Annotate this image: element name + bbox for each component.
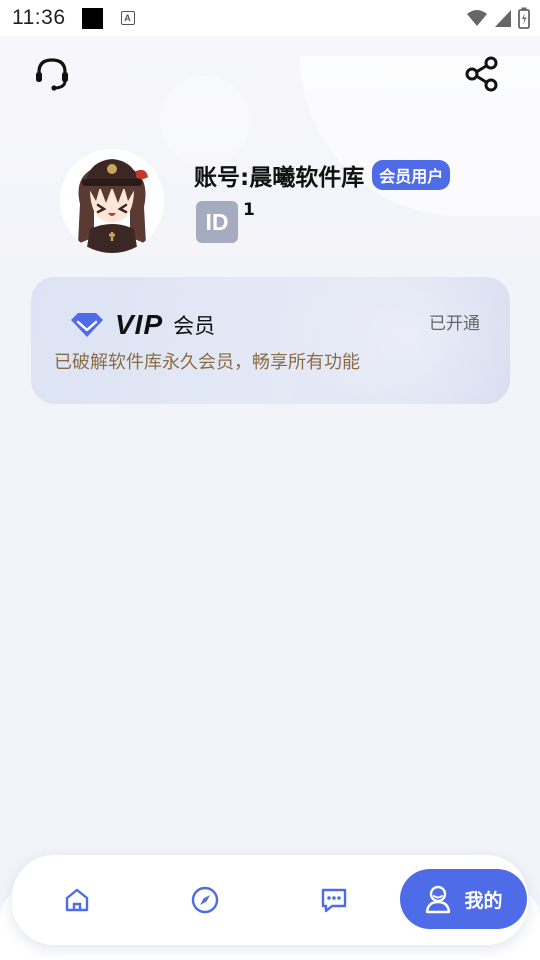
avatar[interactable] [60, 149, 164, 253]
nav-home[interactable] [52, 855, 102, 945]
home-icon [65, 888, 89, 912]
vip-card[interactable]: VIP 会员 已开通 已破解软件库永久会员，畅享所有功能 [31, 277, 510, 404]
signal-icon [495, 10, 511, 27]
notification-icon [81, 7, 103, 29]
account-info: 账号:晨曦软件库 会员用户 [194, 158, 451, 192]
vip-title-row: VIP 会员 [69, 309, 215, 341]
user-id-value: 1 [243, 200, 255, 220]
header-decoration-circle [160, 76, 250, 166]
nav-messages[interactable] [309, 855, 359, 945]
status-icons [466, 7, 530, 29]
diamond-icon [71, 313, 103, 337]
nav-mine[interactable]: 我的 [400, 869, 527, 929]
share-icon [465, 56, 498, 92]
user-icon [426, 885, 451, 914]
vip-label: VIP [115, 309, 164, 340]
customer-service-button[interactable] [30, 52, 74, 96]
profile-screen: 11:36 A 账号:晨曦软件库 会员用户 ID 1 VIP 会员 已开通 已破… [0, 0, 540, 960]
vip-member-label: 会员 [173, 314, 216, 338]
vip-description: 已破解软件库永久会员，畅享所有功能 [54, 352, 360, 373]
member-badge: 会员用户 [372, 160, 451, 190]
chat-icon [321, 888, 347, 913]
nav-discover[interactable] [180, 855, 230, 945]
vip-status: 已开通 [429, 314, 480, 334]
status-time: 11:36 [12, 6, 66, 29]
compass-icon [191, 886, 219, 914]
bottom-nav: 我的 [12, 855, 528, 945]
id-badge: ID [196, 201, 238, 243]
wifi-icon [467, 10, 487, 26]
vip-card-texture [280, 277, 510, 404]
notification-a-icon: A [120, 11, 135, 25]
nav-mine-label: 我的 [464, 889, 503, 912]
anime-character-avatar [60, 149, 164, 253]
headset-icon [36, 58, 68, 91]
share-button[interactable] [460, 52, 504, 96]
battery-icon [518, 7, 530, 29]
account-name: 账号:晨曦软件库 [194, 165, 365, 191]
header-decoration [300, 56, 540, 216]
status-bar: 11:36 A [0, 0, 540, 36]
